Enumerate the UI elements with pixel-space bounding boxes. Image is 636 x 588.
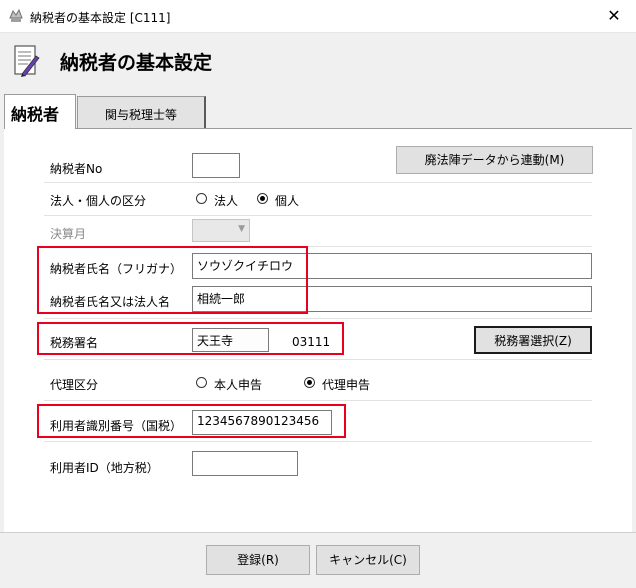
separator — [44, 318, 592, 319]
document-edit-icon — [14, 45, 40, 77]
import-data-button[interactable]: 廃法陣データから連動(M) — [396, 146, 593, 174]
close-button[interactable]: ✕ — [592, 0, 636, 32]
radio-corporation[interactable] — [196, 193, 207, 204]
cancel-button[interactable]: キャンセル(C) — [316, 545, 420, 575]
tab-taxpayer[interactable]: 納税者 — [4, 94, 76, 129]
radio-corporation-label: 法人 — [214, 194, 239, 208]
page-title: 納税者の基本設定 — [60, 52, 213, 74]
footer-divider — [0, 532, 636, 533]
app-icon — [9, 8, 23, 22]
tab-accountant-label: 関与税理士等 — [104, 108, 177, 122]
register-button[interactable]: 登録(R) — [206, 545, 310, 575]
highlight-name-fields — [37, 246, 308, 314]
taxpayer-no-input[interactable] — [192, 153, 240, 178]
radio-proxy-filing-label: 代理申告 — [322, 378, 371, 392]
separator — [44, 359, 592, 360]
window-title: 納税者の基本設定 [C111] — [30, 11, 171, 25]
radio-proxy-filing[interactable] — [304, 377, 315, 388]
tab-accountant[interactable]: 関与税理士等 — [77, 96, 206, 130]
user-id-local-label: 利用者ID（地方税） — [50, 461, 159, 475]
radio-individual[interactable] — [257, 193, 268, 204]
user-id-local-input[interactable] — [192, 451, 298, 476]
tab-taxpayer-label: 納税者 — [11, 105, 60, 124]
highlight-user-id-national — [37, 404, 346, 438]
taxpayer-no-label: 納税者No — [50, 162, 103, 176]
chevron-down-icon: ▼ — [238, 224, 245, 234]
entity-type-label: 法人・個人の区分 — [50, 194, 147, 208]
separator — [44, 182, 592, 183]
separator — [44, 215, 592, 216]
radio-self-filing-label: 本人申告 — [214, 378, 263, 392]
fiscal-month-select[interactable]: ▼ — [192, 219, 250, 242]
radio-self-filing[interactable] — [196, 377, 207, 388]
highlight-tax-office — [37, 322, 344, 355]
fiscal-month-label: 決算月 — [50, 227, 87, 241]
separator — [44, 441, 592, 442]
separator — [44, 400, 592, 401]
radio-individual-label: 個人 — [275, 194, 300, 208]
tax-office-select-button[interactable]: 税務署選択(Z) — [474, 326, 592, 354]
proxy-type-label: 代理区分 — [50, 378, 99, 392]
